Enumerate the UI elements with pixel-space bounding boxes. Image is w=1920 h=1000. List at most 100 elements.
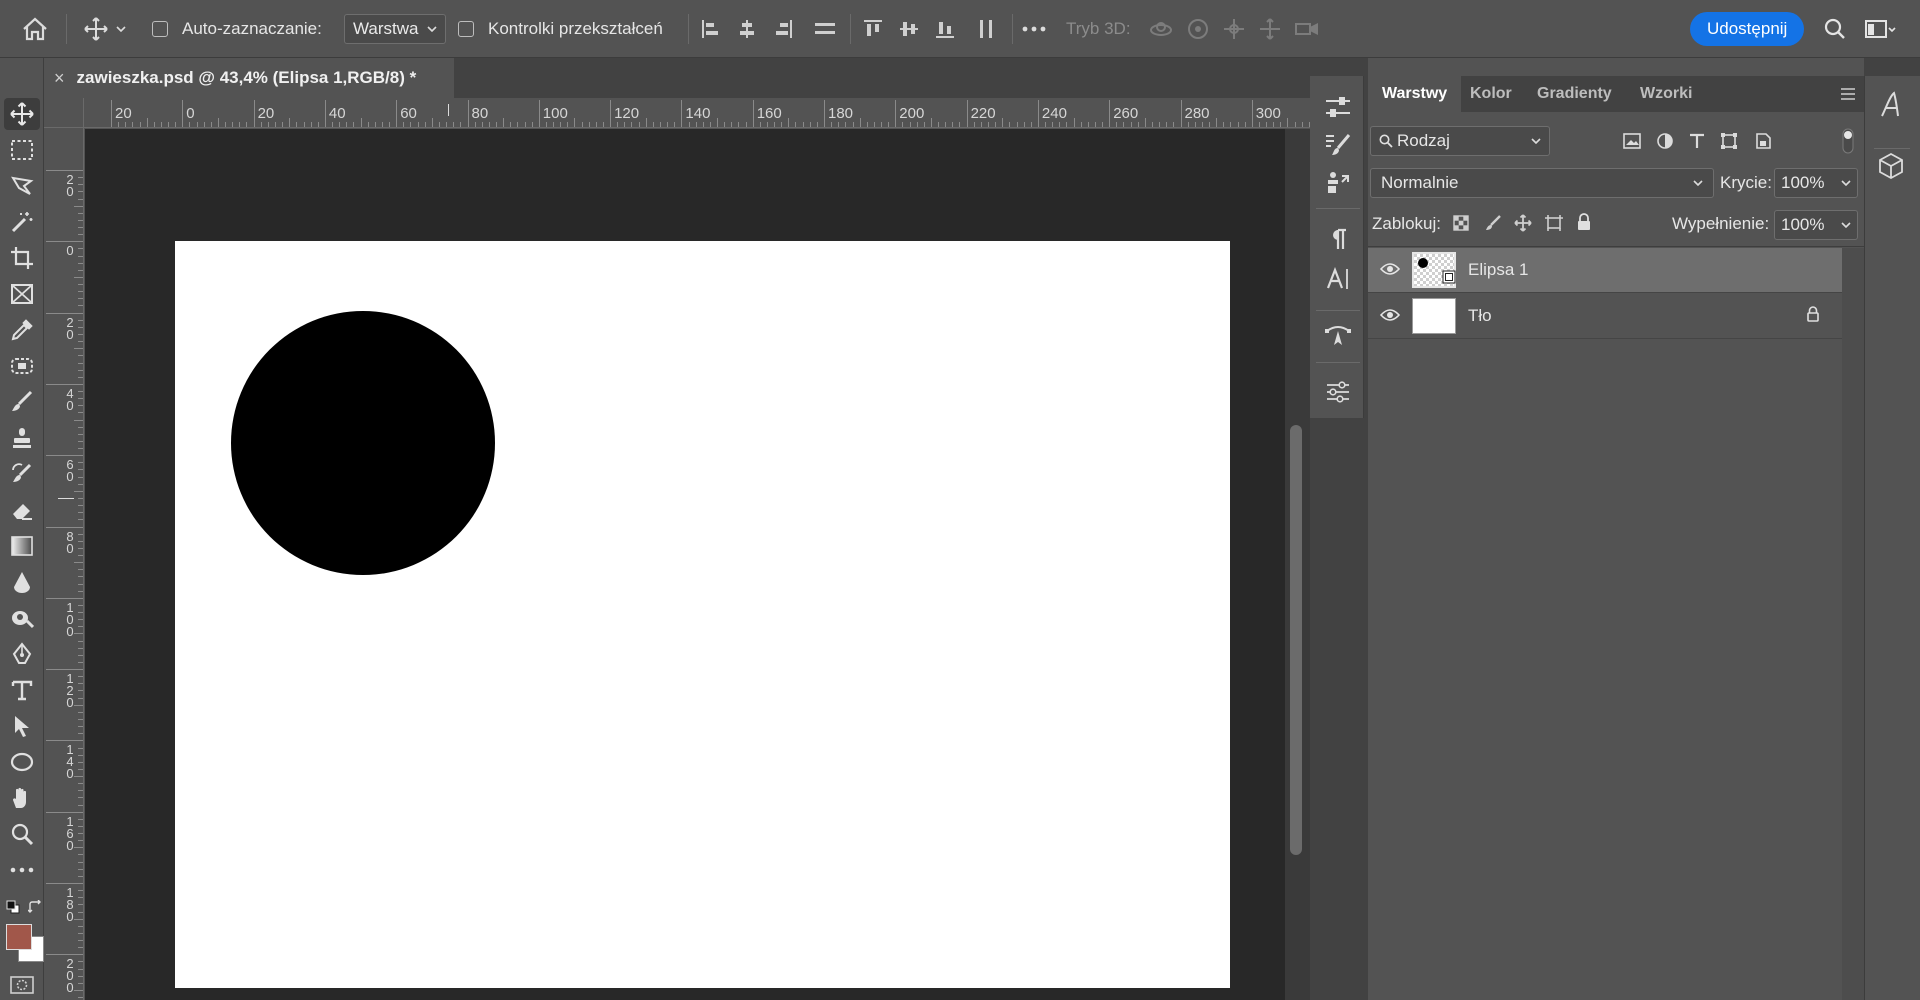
ellipse-icon[interactable] — [4, 746, 40, 778]
lock-pixels-icon[interactable] — [1484, 214, 1502, 232]
lock-transparent-icon[interactable] — [1452, 214, 1470, 232]
filter-smart-object-icon[interactable] — [1754, 132, 1772, 150]
brush-settings-icon[interactable] — [1318, 128, 1358, 162]
transform-controls-checkbox[interactable] — [458, 0, 474, 58]
camera-3d-icon[interactable] — [1294, 0, 1320, 58]
lock-all-icon[interactable] — [1576, 213, 1592, 231]
filter-type-icon[interactable] — [1688, 132, 1706, 150]
filter-toggle[interactable] — [1842, 128, 1854, 154]
zoom-icon[interactable] — [4, 818, 40, 850]
pan-3d-icon[interactable] — [1222, 0, 1246, 58]
ruler-minor-tick — [74, 348, 83, 350]
ruler-minor-tick — [1266, 122, 1268, 127]
vertical-scrollbar-thumb[interactable] — [1290, 425, 1302, 855]
align-right-icon[interactable] — [772, 0, 794, 58]
align-left-icon[interactable] — [700, 0, 722, 58]
opacity-input[interactable]: 100% — [1774, 168, 1858, 198]
share-button[interactable]: Udostępnij — [1690, 0, 1805, 58]
chevron-down-icon — [426, 26, 437, 32]
visibility-eye-icon[interactable] — [1380, 308, 1400, 322]
type-icon[interactable] — [4, 674, 40, 706]
paths-icon[interactable] — [1318, 320, 1358, 354]
lasso-icon[interactable] — [4, 170, 40, 202]
orbit-3d-icon[interactable] — [1148, 0, 1174, 58]
filter-shape-icon[interactable] — [1720, 132, 1738, 150]
frame-icon[interactable] — [4, 278, 40, 310]
magic-wand-icon[interactable] — [4, 206, 40, 238]
align-top-icon[interactable] — [862, 0, 884, 58]
ruler-minor-tick — [1258, 122, 1260, 127]
home-icon[interactable] — [22, 0, 48, 58]
ruler-minor-tick — [78, 341, 83, 343]
ellipse-shape[interactable] — [231, 311, 495, 575]
move-tool-icon[interactable] — [4, 98, 40, 130]
blend-mode-dropdown[interactable]: Normalnie — [1370, 168, 1714, 198]
clone-source-icon[interactable] — [1318, 166, 1358, 200]
blur-icon[interactable] — [4, 566, 40, 598]
more-tools-icon[interactable] — [4, 854, 40, 886]
auto-select-value: Warstwa — [353, 19, 419, 38]
tab-color[interactable]: Kolor — [1470, 76, 1512, 112]
close-tab-icon[interactable]: × — [54, 68, 65, 89]
eyedropper-icon[interactable] — [4, 314, 40, 346]
layer-row[interactable]: Tło — [1368, 294, 1842, 338]
pen-icon[interactable] — [4, 638, 40, 670]
ruler-minor-tick — [78, 212, 83, 214]
ruler-label: 20 — [257, 105, 275, 122]
fill-input[interactable]: 100% — [1774, 210, 1858, 240]
tab-patterns[interactable]: Wzorki — [1640, 76, 1692, 112]
path-selection-icon[interactable] — [4, 710, 40, 742]
gradient-icon[interactable] — [4, 530, 40, 562]
roll-3d-icon[interactable] — [1186, 0, 1210, 58]
ruler-label: 240 — [1041, 105, 1067, 122]
ruler-minor-tick — [567, 122, 569, 127]
hand-icon[interactable] — [4, 782, 40, 814]
character-icon[interactable] — [1318, 262, 1358, 296]
document-tab[interactable]: × zawieszka.psd @ 43,4% (Elipsa 1,RGB/8)… — [44, 58, 454, 98]
ruler-minor-tick — [78, 184, 83, 186]
eraser-icon[interactable] — [4, 494, 40, 526]
ruler-major-tick — [46, 669, 83, 671]
brush-icon[interactable] — [4, 386, 40, 418]
align-middle-icon[interactable] — [898, 0, 920, 58]
slide-3d-icon[interactable] — [1258, 0, 1282, 58]
tab-gradients[interactable]: Gradienty — [1537, 76, 1612, 112]
quick-mask-icon[interactable] — [10, 976, 34, 994]
visibility-eye-icon[interactable] — [1380, 262, 1400, 276]
move-tool-preset-icon[interactable] — [84, 0, 126, 58]
layer-name: Elipsa 1 — [1468, 260, 1529, 279]
lock-artboard-icon[interactable] — [1544, 214, 1564, 232]
search-icon[interactable] — [1824, 0, 1846, 58]
rectangular-marquee-icon[interactable] — [4, 134, 40, 166]
ruler-minor-tick — [196, 122, 198, 127]
properties-icon[interactable] — [1318, 90, 1358, 124]
ruler-major-tick — [46, 740, 83, 742]
history-brush-icon[interactable] — [4, 458, 40, 490]
foreground-color-swatch[interactable] — [6, 924, 32, 950]
paragraph-icon[interactable] — [1318, 222, 1358, 256]
distribute-horizontal-icon[interactable] — [813, 0, 837, 58]
workspace-icon[interactable] — [1864, 0, 1896, 58]
default-colors-icon[interactable] — [6, 900, 20, 914]
lock-position-icon[interactable] — [1514, 214, 1532, 232]
swap-colors-icon[interactable] — [28, 900, 42, 914]
healing-brush-icon[interactable] — [4, 350, 40, 382]
tab-layers[interactable]: Warstwy — [1368, 76, 1462, 112]
filter-adjustment-icon[interactable] — [1656, 132, 1674, 150]
dodge-icon[interactable] — [4, 602, 40, 634]
align-center-icon[interactable] — [736, 0, 758, 58]
filter-pixel-icon[interactable] — [1622, 132, 1642, 150]
panel-menu-icon[interactable] — [1840, 87, 1856, 101]
3d-cube-icon[interactable] — [1878, 152, 1904, 180]
adjustments-icon[interactable] — [1318, 375, 1358, 409]
crop-icon[interactable] — [4, 242, 40, 274]
layer-row[interactable]: Elipsa 1 — [1368, 248, 1842, 292]
layer-filter-dropdown[interactable]: Rodzaj — [1370, 126, 1550, 156]
auto-select-checkbox[interactable] — [152, 0, 168, 58]
more-options-icon[interactable] — [1022, 0, 1046, 58]
glyphs-icon[interactable] — [1876, 90, 1904, 120]
clone-stamp-icon[interactable] — [4, 422, 40, 454]
distribute-vertical-icon[interactable] — [976, 0, 996, 58]
auto-select-dropdown[interactable]: Warstwa — [344, 0, 446, 58]
align-bottom-icon[interactable] — [934, 0, 956, 58]
